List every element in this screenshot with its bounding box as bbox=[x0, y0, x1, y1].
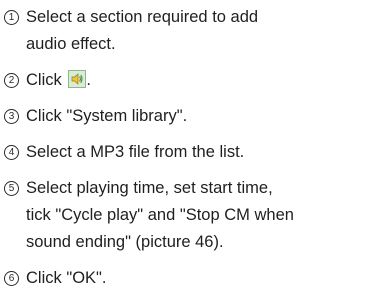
speaker-icon bbox=[68, 70, 87, 88]
step-text: Select playing time, set start time, bbox=[26, 179, 273, 197]
step-number: 6 bbox=[4, 271, 19, 286]
step-number: 4 bbox=[4, 145, 19, 160]
step-text-suffix: . bbox=[86, 71, 91, 89]
step-text: Select a section required to add bbox=[26, 8, 259, 26]
step-2: 2 Click . bbox=[4, 67, 376, 94]
step-text: Click bbox=[26, 71, 62, 89]
step-6: 6 Click "OK". bbox=[4, 265, 376, 292]
step-3: 3 Click "System library". bbox=[4, 103, 376, 130]
step-text: sound ending" (picture 46). bbox=[26, 233, 224, 251]
step-1: 1 Select a section required to add audio… bbox=[4, 4, 376, 58]
step-number: 1 bbox=[4, 10, 19, 25]
step-5: 5 Select playing time, set start time, t… bbox=[4, 175, 376, 256]
step-number: 5 bbox=[4, 181, 19, 196]
step-number: 3 bbox=[4, 109, 19, 124]
step-text: Click "System library". bbox=[26, 107, 188, 125]
step-text: Select a MP3 file from the list. bbox=[26, 143, 245, 161]
step-text: Click "OK". bbox=[26, 269, 107, 287]
step-4: 4 Select a MP3 file from the list. bbox=[4, 139, 376, 166]
instruction-list: 1 Select a section required to add audio… bbox=[4, 4, 376, 292]
step-text: audio effect. bbox=[26, 35, 116, 53]
step-number: 2 bbox=[4, 73, 19, 88]
step-text: tick "Cycle play" and "Stop CM when bbox=[26, 206, 294, 224]
